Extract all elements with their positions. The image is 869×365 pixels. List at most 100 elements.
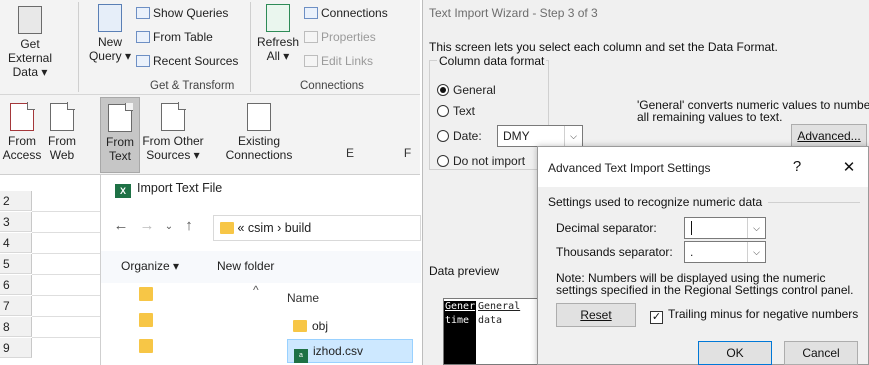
group-label-connections: Connections: [300, 80, 364, 92]
cancel-button[interactable]: Cancel: [784, 341, 858, 365]
edit-links-button: Edit Links: [304, 52, 373, 70]
refresh-all-button[interactable]: Refresh All ▾: [256, 4, 300, 63]
numeric-settings-heading: Settings used to recognize numeric data: [548, 195, 763, 209]
preview-column-header[interactable]: General: [478, 301, 520, 312]
radio-icon: [437, 130, 449, 142]
web-icon: [50, 102, 75, 131]
recent-sources-button[interactable]: Recent Sources: [136, 52, 238, 70]
excel-icon: X: [115, 184, 131, 198]
row-header[interactable]: 4: [0, 233, 32, 253]
date-format-select[interactable]: DMY ⌵: [497, 125, 583, 147]
properties-button: Properties: [304, 28, 376, 46]
breadcrumb-csim[interactable]: csim: [248, 221, 274, 235]
show-queries-button[interactable]: Show Queries: [136, 4, 228, 22]
folder-icon[interactable]: [139, 287, 153, 301]
ok-button[interactable]: OK: [698, 341, 772, 365]
back-arrow-icon[interactable]: ←: [111, 217, 131, 234]
folder-icon[interactable]: [139, 313, 153, 327]
new-query-button[interactable]: New Query ▾: [86, 4, 134, 63]
advanced-text-import-settings-dialog: Advanced Text Import Settings ? ✕ Settin…: [537, 146, 869, 365]
section-divider: [768, 202, 860, 203]
thousands-separator-label: Thousands separator:: [556, 245, 673, 259]
general-info-line2: all remaining values to text.: [637, 110, 783, 124]
name-column-header[interactable]: Name: [287, 291, 319, 305]
existing-connections-button[interactable]: Existing Connections: [222, 97, 296, 173]
help-icon[interactable]: ?: [782, 158, 812, 175]
data-preview-grid[interactable]: Gener General time data: [443, 298, 543, 365]
address-bar[interactable]: « csim › build: [213, 215, 421, 241]
radio-date[interactable]: Date:: [437, 129, 482, 143]
radio-icon: [437, 155, 449, 167]
close-icon[interactable]: ✕: [834, 158, 864, 176]
wizard-title: Text Import Wizard - Step 3 of 3: [429, 6, 598, 20]
thousands-separator-select[interactable]: . ⌵: [684, 241, 766, 263]
trailing-minus-checkbox[interactable]: ✓ Trailing minus for negative numbers: [650, 307, 858, 324]
chevron-down-icon: ⌵: [747, 242, 765, 262]
decimal-separator-label: Decimal separator:: [556, 221, 657, 235]
forward-arrow-icon: →: [139, 217, 155, 234]
new-query-icon: [98, 4, 122, 32]
radio-do-not-import[interactable]: Do not import: [437, 154, 525, 168]
radio-general[interactable]: General: [437, 83, 496, 97]
from-table-button[interactable]: From Table: [136, 28, 213, 46]
external-data-icon: [18, 6, 42, 34]
new-folder-button[interactable]: New folder: [217, 259, 274, 273]
grid-line: [32, 295, 102, 296]
refresh-icon: [266, 4, 290, 32]
preview-column-header-selected[interactable]: Gener: [444, 301, 476, 315]
list-item[interactable]: a izhod.csv: [287, 339, 413, 363]
ribbon-divider: [250, 2, 251, 92]
row-header[interactable]: 5: [0, 254, 32, 274]
recent-locations-chevron-icon[interactable]: ⌄: [159, 221, 179, 232]
excel-ribbon-data-tab: Get External Data ▾ New Query ▾ Show Que…: [0, 0, 420, 95]
row-header[interactable]: 2: [0, 191, 32, 211]
row-header[interactable]: 3: [0, 212, 32, 232]
organize-button[interactable]: Organize ▾: [121, 259, 179, 273]
connections-icon: [304, 7, 318, 19]
get-external-data-panel: From Access From Web From Text From Othe…: [0, 95, 420, 175]
from-access-button[interactable]: From Access: [2, 97, 42, 173]
radio-text[interactable]: Text: [437, 104, 475, 118]
list-item[interactable]: obj: [287, 315, 413, 339]
advanced-button[interactable]: Advanced...: [791, 124, 867, 148]
import-text-file-dialog: X Import Text File ← → ⌄ ↑ « csim › build…: [100, 175, 421, 365]
note-line2: settings specified in the Regional Setti…: [556, 283, 854, 297]
column-header-e[interactable]: E: [320, 139, 380, 167]
reset-button[interactable]: Reset: [556, 303, 636, 327]
group-label-get-transform: Get & Transform: [150, 80, 235, 92]
radio-selected-icon: [437, 84, 449, 96]
access-icon: [10, 102, 35, 131]
column-header-f[interactable]: F: [395, 139, 420, 167]
recent-sources-icon: [136, 55, 150, 67]
breadcrumb-separator: ›: [277, 221, 282, 235]
other-sources-icon: [161, 102, 186, 131]
sort-caret-icon: ^: [253, 283, 259, 297]
data-preview-label: Data preview: [429, 264, 500, 278]
from-other-sources-button[interactable]: From Other Sources ▾: [142, 97, 204, 173]
column-data-format-label: Column data format: [437, 54, 547, 68]
grid-line: [32, 211, 102, 212]
navigation-bar: ← → ⌄ ↑ « csim › build: [101, 209, 421, 249]
edit-links-icon: [304, 55, 318, 67]
chevron-down-icon: ⌵: [747, 218, 765, 238]
dialog-title: Advanced Text Import Settings: [548, 161, 711, 175]
connections-button[interactable]: Connections: [304, 4, 388, 22]
get-external-data-button[interactable]: Get External Data ▾: [2, 6, 58, 79]
row-header[interactable]: 8: [0, 317, 32, 337]
from-text-button[interactable]: From Text: [100, 97, 140, 173]
row-header[interactable]: 9: [0, 338, 32, 358]
folder-icon: [293, 320, 307, 332]
ribbon-divider: [78, 2, 79, 92]
row-header[interactable]: 7: [0, 296, 32, 316]
chevron-down-icon: ⌵: [564, 126, 582, 146]
up-arrow-icon[interactable]: ↑: [179, 217, 199, 234]
breadcrumb-build[interactable]: build: [285, 221, 311, 235]
breadcrumb-overflow[interactable]: «: [237, 221, 244, 235]
decimal-separator-select[interactable]: ⌵: [684, 217, 766, 239]
row-header[interactable]: 6: [0, 275, 32, 295]
from-web-button[interactable]: From Web: [44, 97, 80, 173]
checkbox-checked-icon[interactable]: ✓: [650, 311, 663, 324]
dialog-title-bar: Advanced Text Import Settings ? ✕: [538, 147, 868, 187]
file-browser: ^ Name obj a izhod.csv: [101, 283, 421, 365]
folder-icon[interactable]: [139, 339, 153, 353]
